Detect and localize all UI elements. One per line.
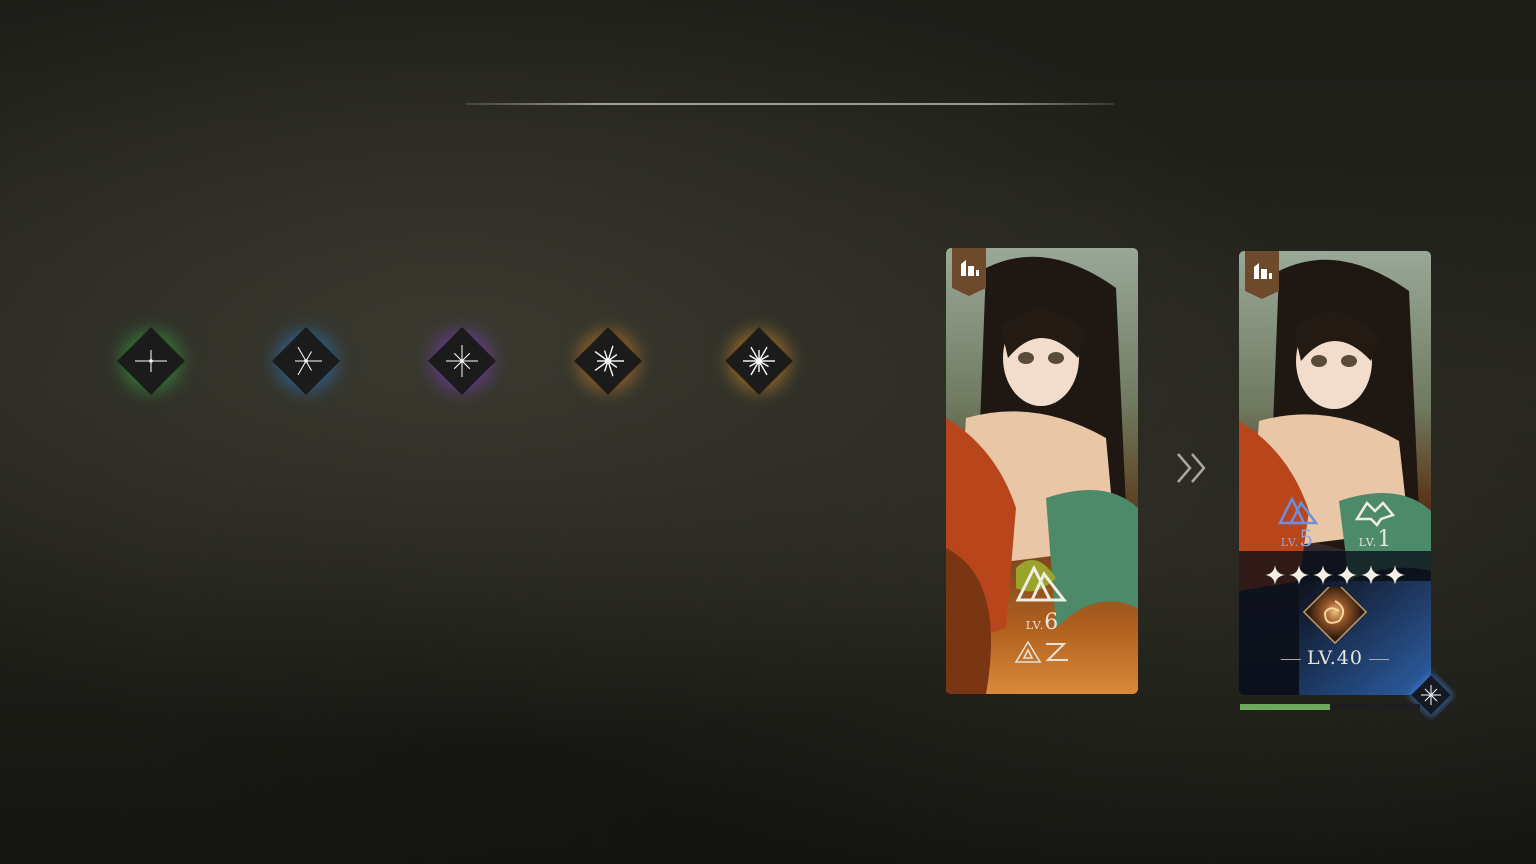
cloud-skill-icon <box>1354 501 1396 527</box>
sparkle-icon <box>135 350 167 372</box>
lv-prefix: LV. <box>1280 536 1300 549</box>
star-icon <box>1265 565 1285 585</box>
rarity-blue-icon <box>263 318 349 404</box>
rarity-gold-2-icon <box>716 318 802 404</box>
triangle-skill-icon <box>1015 566 1068 602</box>
exp-progress-fill <box>1240 704 1330 710</box>
sparkle-icon <box>446 345 478 377</box>
lv-prefix: LV. <box>1025 619 1045 632</box>
triangle-skill-icon <box>1277 497 1319 525</box>
lv-value: 6 <box>1044 610 1059 635</box>
rarity-green-icon <box>108 318 194 404</box>
building-icon <box>952 248 986 296</box>
skill2-level: LV.1 <box>1347 527 1403 552</box>
rarity-gold-1-icon <box>565 318 651 404</box>
skill1-level: LV.5 <box>1269 527 1325 552</box>
skill-level-before: LV.6 <box>1006 610 1078 635</box>
building-icon <box>1245 251 1279 299</box>
level-label: LV.40 <box>1307 647 1363 669</box>
double-chevron-right-icon <box>1177 453 1206 483</box>
background-handwriting: ​ <box>1191 29 1195 62</box>
rarity-corner-icon <box>1408 672 1454 718</box>
sparkle-icon <box>743 346 775 376</box>
star-icon <box>1313 565 1333 585</box>
lv-value: 5 <box>1299 527 1314 552</box>
sparkle-icon <box>594 345 624 377</box>
lv-value: 1 <box>1377 527 1392 552</box>
character-level: LV.40 <box>1275 647 1395 669</box>
star-rating <box>1265 565 1405 585</box>
card-after[interactable]: LV.5 LV.1 LV.40 <box>1239 251 1431 695</box>
header-divider <box>466 103 1114 105</box>
star-icon <box>1385 565 1405 585</box>
star-icon <box>1361 565 1381 585</box>
as-glyph-icon <box>1014 640 1068 663</box>
star-icon <box>1289 565 1309 585</box>
star-icon <box>1337 565 1357 585</box>
divider-left <box>1281 658 1301 660</box>
rarity-purple-icon <box>419 318 505 404</box>
divider-right <box>1368 658 1389 660</box>
sparkle-icon <box>295 346 322 376</box>
lv-prefix: LV. <box>1358 536 1378 549</box>
exp-progress-bar <box>1240 704 1420 710</box>
card-before[interactable]: LV.6 <box>946 248 1138 694</box>
